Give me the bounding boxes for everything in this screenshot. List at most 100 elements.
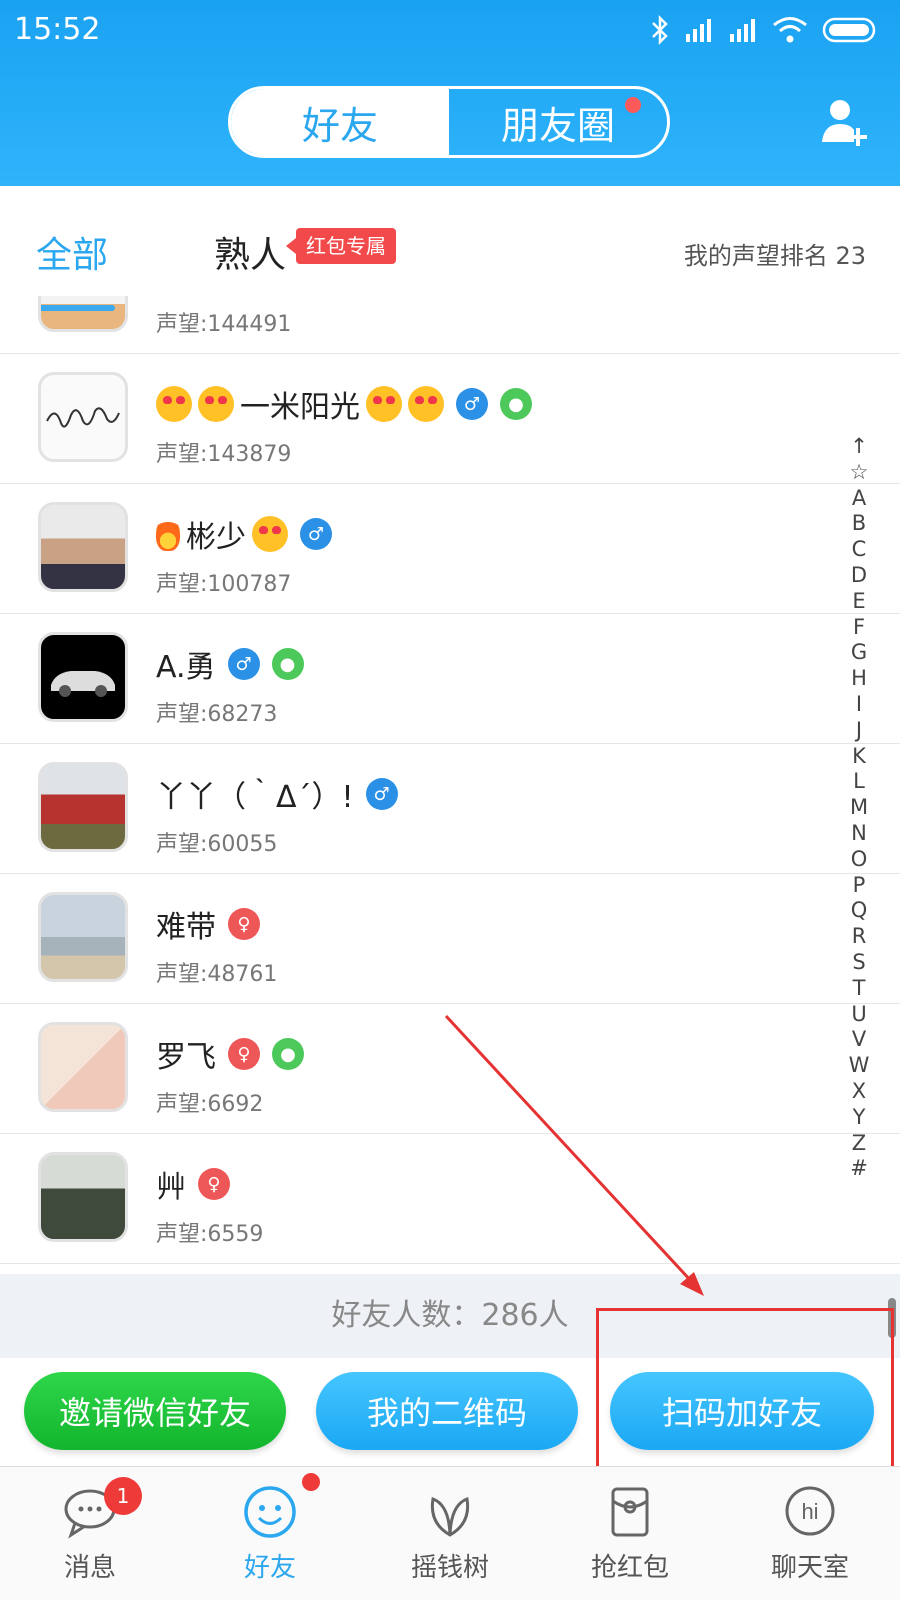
svg-text:hi: hi: [801, 1499, 818, 1524]
red-packet-badge: 红包专属: [286, 228, 396, 264]
index-letter[interactable]: C: [852, 537, 867, 563]
bluetooth-icon: [652, 14, 668, 46]
index-letter[interactable]: J: [856, 718, 862, 744]
index-letter[interactable]: I: [856, 692, 862, 718]
car-image: [51, 671, 115, 697]
heart-eyes-emoji: [366, 386, 402, 422]
nav-money-tree[interactable]: 摇钱树: [360, 1467, 540, 1600]
filter-bar: 全部 熟人 红包专属 我的声望排名 23: [0, 186, 900, 296]
my-qrcode-button[interactable]: 我的二维码: [316, 1372, 578, 1450]
status-time: 15:52: [14, 12, 101, 47]
index-letter[interactable]: A: [852, 486, 866, 512]
heart-eyes-emoji: [252, 516, 288, 552]
nav-label: 摇钱树: [410, 1553, 489, 1583]
avatar: [38, 762, 128, 852]
index-letter[interactable]: F: [853, 615, 865, 641]
avatar: [38, 892, 128, 982]
contact-list[interactable]: 声望:144491 一米阳光 ♂ ● 声望:143879 彬少 ♂ 声望:100…: [0, 296, 900, 1274]
status-icons: [650, 14, 880, 46]
reputation-score: 声望:144491: [156, 312, 292, 337]
avatar: [38, 372, 128, 462]
bottom-nav: 消息 1 好友 摇钱树 抢红包 hi 聊天室: [0, 1466, 900, 1600]
contact-row[interactable]: 艸 ♀ 声望:6559: [0, 1134, 900, 1264]
index-letter[interactable]: L: [853, 769, 865, 795]
index-letter[interactable]: R: [852, 924, 867, 950]
index-letter[interactable]: M: [850, 795, 868, 821]
nav-friends[interactable]: 好友: [180, 1467, 360, 1600]
nav-label: 好友: [243, 1553, 296, 1583]
index-letter[interactable]: #: [850, 1156, 868, 1182]
contact-row[interactable]: 难带 ♀ 声望:48761: [0, 874, 900, 1004]
index-letter[interactable]: X: [852, 1079, 866, 1105]
index-letter[interactable]: W: [849, 1053, 870, 1079]
index-letter[interactable]: D: [851, 563, 867, 589]
reputation-score: 声望:60055: [156, 832, 278, 857]
wifi-icon: [773, 17, 807, 43]
app-header: 15:52 好友 朋友圈: [0, 0, 900, 186]
heart-eyes-emoji: [408, 386, 444, 422]
contact-name: 丫丫（｀Δ´）! ♂: [156, 772, 398, 816]
highlight-box: [596, 1308, 894, 1472]
avatar: [38, 1152, 128, 1242]
nav-label: 聊天室: [770, 1553, 849, 1583]
index-letter[interactable]: U: [851, 1002, 866, 1028]
index-letter[interactable]: ☆: [850, 460, 869, 486]
reputation-score: 声望:143879: [156, 442, 292, 467]
tab-friends[interactable]: 好友: [231, 89, 449, 155]
contact-name: A.勇 ♂ ●: [156, 642, 304, 686]
index-letter[interactable]: P: [853, 873, 866, 899]
index-letter[interactable]: Y: [853, 1105, 866, 1131]
unread-badge: 1: [104, 1477, 142, 1515]
male-icon: ♂: [300, 518, 332, 550]
signal-icon: [686, 19, 711, 42]
contact-row[interactable]: A.勇 ♂ ● 声望:68273: [0, 614, 900, 744]
add-friend-icon[interactable]: [820, 96, 872, 148]
index-letter[interactable]: B: [852, 511, 866, 537]
index-letter[interactable]: Q: [851, 898, 868, 924]
moments-notification-dot: [625, 97, 641, 113]
index-letter[interactable]: ↑: [850, 434, 868, 460]
index-letter[interactable]: K: [852, 744, 866, 770]
contact-name: 艸 ♀: [156, 1162, 230, 1206]
nav-chatroom[interactable]: hi 聊天室: [720, 1467, 900, 1600]
male-icon: ♂: [456, 388, 488, 420]
index-letter[interactable]: T: [853, 976, 866, 1002]
nav-red-packet[interactable]: 抢红包: [540, 1467, 720, 1600]
contact-row[interactable]: 声望:144491: [0, 296, 900, 354]
invite-wechat-friends-button[interactable]: 邀请微信好友: [24, 1372, 286, 1450]
wechat-icon: ●: [272, 1038, 304, 1070]
index-letter[interactable]: V: [852, 1027, 866, 1053]
tab-moments[interactable]: 朋友圈: [449, 89, 667, 155]
status-bar: 15:52: [0, 0, 900, 64]
battery-icon: [822, 17, 876, 43]
avatar: [38, 632, 128, 722]
female-icon: ♀: [228, 908, 260, 940]
top-tab-switch: 好友 朋友圈: [228, 86, 670, 158]
avatar: [38, 502, 128, 592]
index-letter[interactable]: S: [852, 950, 865, 976]
female-icon: ♀: [228, 1038, 260, 1070]
filter-acquaintance[interactable]: 熟人: [214, 226, 286, 278]
avatar: [38, 1022, 128, 1112]
contact-row[interactable]: 彬少 ♂ 声望:100787: [0, 484, 900, 614]
alphabet-index[interactable]: ↑ ☆ A B C D E F G H I J K L M N O P Q R S T U V W X Y Z #: [846, 434, 872, 1182]
contact-row[interactable]: 一米阳光 ♂ ● 声望:143879: [0, 354, 900, 484]
filter-all[interactable]: 全部: [36, 226, 108, 278]
index-letter[interactable]: Z: [852, 1131, 866, 1157]
reputation-score: 声望:100787: [156, 572, 292, 597]
friends-smile-icon: [244, 1486, 296, 1538]
index-letter[interactable]: E: [852, 589, 865, 615]
contact-name: 难带 ♀: [156, 902, 260, 946]
contact-row[interactable]: 罗飞 ♀ ● 声望:6692: [0, 1004, 900, 1134]
nav-messages[interactable]: 消息 1: [0, 1467, 180, 1600]
reputation-rank[interactable]: 我的声望排名 23: [684, 236, 866, 271]
index-letter[interactable]: O: [851, 847, 868, 873]
avatar: [38, 296, 128, 332]
index-letter[interactable]: H: [851, 666, 867, 692]
contact-name: 彬少 ♂: [156, 512, 332, 556]
index-letter[interactable]: G: [851, 640, 867, 666]
reputation-score: 声望:48761: [156, 962, 278, 987]
contact-row[interactable]: 丫丫（｀Δ´）! ♂ 声望:60055: [0, 744, 900, 874]
index-letter[interactable]: N: [851, 821, 867, 847]
wechat-icon: ●: [271, 648, 304, 680]
